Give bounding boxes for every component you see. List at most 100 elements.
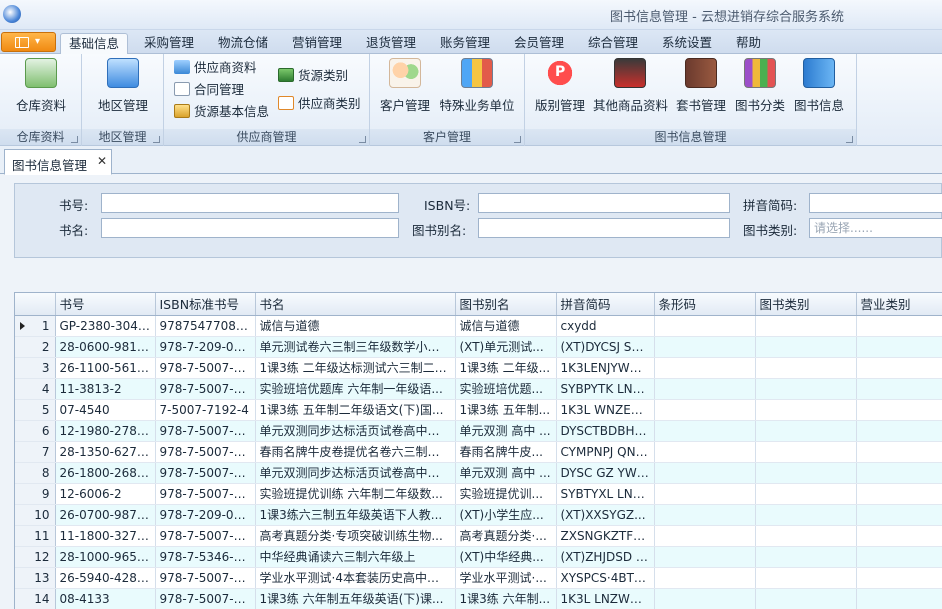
cell-business-type[interactable]	[856, 315, 942, 337]
table-row[interactable]: 2 28-0600-9812... 978-7-209-07... 单元测试卷六三制三…	[15, 336, 942, 358]
cell-business-type[interactable]	[856, 567, 942, 589]
book-name-input[interactable]	[101, 218, 399, 238]
cell-pinyin[interactable]: DYSCTBDBHY...	[556, 420, 655, 442]
cell-alias[interactable]: 诚信与道德	[455, 315, 557, 337]
col-header-book-no[interactable]: 书号	[55, 293, 156, 316]
table-row[interactable]: 1 GP-2380-3042... 9787547708798 诚信与道德 诚信与道德 c…	[15, 315, 942, 337]
cell-barcode[interactable]	[654, 441, 756, 463]
dialog-launcher-icon[interactable]	[514, 136, 521, 143]
cell-category[interactable]	[755, 420, 857, 442]
warehouse-button[interactable]: 仓库资料	[12, 58, 70, 114]
cell-business-type[interactable]	[856, 399, 942, 421]
cell-pinyin[interactable]: (XT)ZHJDSD L...	[556, 546, 655, 568]
book-set-button[interactable]: 套书管理	[673, 58, 729, 114]
cell-isbn[interactable]: 978-7-209-07...	[155, 336, 256, 358]
cell-category[interactable]	[755, 315, 857, 337]
col-header-title[interactable]: 书名	[255, 293, 456, 316]
cell-barcode[interactable]	[654, 483, 756, 505]
cell-title[interactable]: 1课3练 二年级达标测试六三制二年...	[255, 357, 456, 379]
doc-tab-book-info[interactable]: 图书信息管理 ✕	[4, 149, 112, 175]
cell-barcode[interactable]	[654, 504, 756, 526]
cell-category[interactable]	[755, 441, 857, 463]
cell-business-type[interactable]	[856, 483, 942, 505]
table-row[interactable]: 7 28-1350-6273... 978-7-5007-5... 春雨名牌牛皮卷提优…	[15, 441, 942, 463]
cell-isbn[interactable]: 978-7-5007-7...	[155, 357, 256, 379]
alias-input[interactable]	[478, 218, 730, 238]
table-row[interactable]: 3 26-1100-5618... 978-7-5007-7... 1课3练 二年级达…	[15, 357, 942, 379]
cell-isbn[interactable]: 978-7-5007-7...	[155, 567, 256, 589]
cell-pinyin[interactable]: 1K3LENJYWXJ...	[556, 357, 655, 379]
tab-logistics[interactable]: 物流仓储	[210, 33, 276, 54]
cell-book-no[interactable]: 08-4133	[55, 588, 156, 609]
source-base-button[interactable]: 货源基本信息	[174, 102, 269, 122]
cell-book-no[interactable]: 12-6006-2	[55, 483, 156, 505]
cell-business-type[interactable]	[856, 504, 942, 526]
cell-book-no[interactable]: 12-1980-2788...	[55, 420, 156, 442]
cell-title[interactable]: 实验班培优题库 六年制一年级语...	[255, 378, 456, 400]
close-icon[interactable]: ✕	[97, 154, 107, 168]
cell-title[interactable]: 高考真题分类·专项突破训练生物...	[255, 525, 456, 547]
contract-button[interactable]: 合同管理	[174, 80, 244, 100]
cell-isbn[interactable]: 978-7-5346-6...	[155, 546, 256, 568]
cell-isbn[interactable]: 978-7-5007-5...	[155, 441, 256, 463]
cell-alias[interactable]: 春雨名牌牛皮...	[455, 441, 557, 463]
source-type-button[interactable]: 货源类别	[278, 66, 348, 86]
cell-pinyin[interactable]: SYBPYTK LNZ...	[556, 378, 655, 400]
tab-help[interactable]: 帮助	[728, 33, 769, 54]
cell-pinyin[interactable]: ZXSNGKZTFLZ...	[556, 525, 655, 547]
cell-pinyin[interactable]: 1K3L LNZWNJ...	[556, 588, 655, 609]
cell-book-no[interactable]: 28-1000-9650...	[55, 546, 156, 568]
customer-button[interactable]: 客户管理	[378, 58, 432, 114]
cell-pinyin[interactable]: SYBTYXL LNZ...	[556, 483, 655, 505]
tab-settings[interactable]: 系统设置	[654, 33, 720, 54]
cell-category[interactable]	[755, 357, 857, 379]
cell-alias[interactable]: 1课3练 五年制...	[455, 399, 557, 421]
cell-alias[interactable]: (XT)中华经典...	[455, 546, 557, 568]
table-row[interactable]: 4 11-3813-2 978-7-5007-5... 实验班培优题库 六年制一年级语…	[15, 378, 942, 400]
cell-pinyin[interactable]: cxydd	[556, 315, 655, 337]
cell-isbn[interactable]: 9787547708798	[155, 315, 256, 337]
cell-pinyin[interactable]: (XT)XXSYGZ...	[556, 504, 655, 526]
dialog-launcher-icon[interactable]	[846, 136, 853, 143]
cell-book-no[interactable]: 11-3813-2	[55, 378, 156, 400]
cell-barcode[interactable]	[654, 399, 756, 421]
col-header-barcode[interactable]: 条形码	[654, 293, 756, 316]
cell-category[interactable]	[755, 525, 857, 547]
cell-business-type[interactable]	[856, 336, 942, 358]
cell-barcode[interactable]	[654, 378, 756, 400]
cell-book-no[interactable]: 26-1100-5618...	[55, 357, 156, 379]
table-row[interactable]: 9 12-6006-2 978-7-5007-7... 实验班提优训练 六年制二年级数…	[15, 483, 942, 505]
table-row[interactable]: 12 28-1000-9650... 978-7-5346-6... 中华经典诵读六三…	[15, 546, 942, 568]
book-no-input[interactable]	[101, 193, 399, 213]
cell-category[interactable]	[755, 483, 857, 505]
cell-category[interactable]	[755, 462, 857, 484]
cell-isbn[interactable]: 978-7-5007-8...	[155, 420, 256, 442]
application-menu-button[interactable]: ▾	[1, 32, 56, 52]
cell-category[interactable]	[755, 504, 857, 526]
cell-category[interactable]	[755, 546, 857, 568]
col-header-category[interactable]: 图书类别	[755, 293, 857, 316]
cell-barcode[interactable]	[654, 315, 756, 337]
cell-pinyin[interactable]: DYSC GZ YW ...	[556, 462, 655, 484]
cell-title[interactable]: 1课3练六三制五年级英语下人教...	[255, 504, 456, 526]
tab-purchase[interactable]: 采购管理	[136, 33, 202, 54]
pinyin-input[interactable]	[809, 193, 942, 213]
dialog-launcher-icon[interactable]	[153, 136, 160, 143]
cell-category[interactable]	[755, 378, 857, 400]
cell-book-no[interactable]: 28-0600-9812...	[55, 336, 156, 358]
table-row[interactable]: 8 26-1800-2682... 978-7-5007-8... 单元双测同步达标活…	[15, 462, 942, 484]
cell-book-no[interactable]: 11-1800-3276...	[55, 525, 156, 547]
region-button[interactable]: 地区管理	[94, 58, 152, 114]
cell-title[interactable]: 春雨名牌牛皮卷提优名卷六三制七...	[255, 441, 456, 463]
cell-category[interactable]	[755, 588, 857, 609]
cell-isbn[interactable]: 978-7-209-07...	[155, 504, 256, 526]
category-select[interactable]	[809, 218, 942, 238]
col-header-business-type[interactable]: 营业类别	[856, 293, 942, 316]
cell-title[interactable]: 单元测试卷六三制三年级数学小学...	[255, 336, 456, 358]
cell-barcode[interactable]	[654, 357, 756, 379]
col-header-isbn[interactable]: ISBN标准书号	[155, 293, 256, 316]
cell-book-no[interactable]: 28-1350-6273...	[55, 441, 156, 463]
cell-alias[interactable]: 学业水平测试·...	[455, 567, 557, 589]
cell-category[interactable]	[755, 336, 857, 358]
cell-barcode[interactable]	[654, 462, 756, 484]
